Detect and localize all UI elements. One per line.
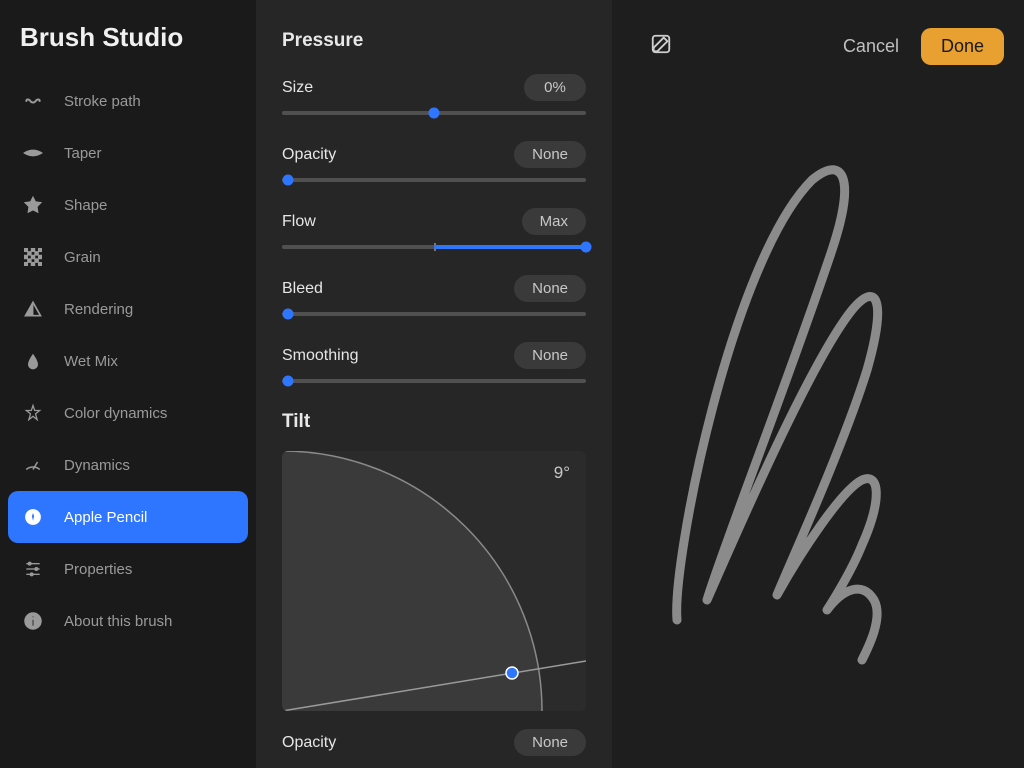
- sidebar-item-properties[interactable]: Properties: [8, 543, 248, 595]
- sidebar-item-shape[interactable]: Shape: [8, 179, 248, 231]
- slider-track[interactable]: [282, 312, 586, 316]
- apple-pencil-icon: [22, 506, 44, 528]
- preview-panel: Cancel Done: [612, 0, 1024, 768]
- sidebar-item-grain[interactable]: Grain: [8, 231, 248, 283]
- properties-icon: [22, 558, 44, 580]
- sidebar-item-wet-mix[interactable]: Wet Mix: [8, 335, 248, 387]
- slider-track[interactable]: [282, 111, 586, 115]
- sidebar-item-taper[interactable]: Taper: [8, 127, 248, 179]
- slider-track[interactable]: [282, 178, 586, 182]
- slider-label: Flow: [282, 213, 316, 231]
- slider-value-pill[interactable]: None: [514, 275, 586, 302]
- color-dynamics-icon: [22, 402, 44, 424]
- stroke-path-icon: [22, 90, 44, 112]
- sidebar-item-label: Color dynamics: [64, 405, 167, 422]
- sidebar-item-label: Shape: [64, 197, 107, 214]
- sidebar-item-label: About this brush: [64, 613, 172, 630]
- settings-panel: Pressure Size 0% Opacity None Flow: [256, 0, 612, 768]
- sidebar-item-label: Properties: [64, 561, 132, 578]
- slider-label: Size: [282, 79, 313, 97]
- tilt-opacity-label: Opacity: [282, 734, 336, 752]
- slider-value-pill[interactable]: None: [514, 342, 586, 369]
- dynamics-icon: [22, 454, 44, 476]
- pressure-section-title: Pressure: [282, 30, 586, 52]
- slider-size: Size 0%: [282, 74, 586, 115]
- tilt-graph[interactable]: 9°: [282, 451, 586, 711]
- slider-label: Bleed: [282, 280, 323, 298]
- tilt-section-title: Tilt: [282, 411, 586, 433]
- shape-icon: [22, 194, 44, 216]
- brush-preview-stroke: [612, 0, 1024, 768]
- sidebar-item-label: Wet Mix: [64, 353, 118, 370]
- slider-track[interactable]: [282, 245, 586, 249]
- sidebar-item-label: Grain: [64, 249, 101, 266]
- slider-value-pill[interactable]: Max: [522, 208, 586, 235]
- sidebar-item-label: Apple Pencil: [64, 509, 147, 526]
- tilt-angle-value: 9°: [554, 463, 570, 483]
- slider-smoothing: Smoothing None: [282, 342, 586, 383]
- app-title: Brush Studio: [0, 22, 256, 75]
- grain-icon: [22, 246, 44, 268]
- sidebar-item-about[interactable]: About this brush: [8, 595, 248, 647]
- rendering-icon: [22, 298, 44, 320]
- slider-track[interactable]: [282, 379, 586, 383]
- sidebar-item-dynamics[interactable]: Dynamics: [8, 439, 248, 491]
- sidebar-item-rendering[interactable]: Rendering: [8, 283, 248, 335]
- tilt-opacity-row: Opacity None: [282, 729, 586, 756]
- sidebar-item-label: Taper: [64, 145, 102, 162]
- slider-label: Opacity: [282, 146, 336, 164]
- slider-flow: Flow Max: [282, 208, 586, 249]
- sidebar: Brush Studio Stroke path Taper Shape: [0, 0, 256, 768]
- slider-value-pill[interactable]: None: [514, 141, 586, 168]
- sidebar-item-label: Rendering: [64, 301, 133, 318]
- sidebar-item-label: Dynamics: [64, 457, 130, 474]
- slider-bleed: Bleed None: [282, 275, 586, 316]
- slider-value-pill[interactable]: 0%: [524, 74, 586, 101]
- tilt-opacity-value-pill[interactable]: None: [514, 729, 586, 756]
- slider-opacity: Opacity None: [282, 141, 586, 182]
- slider-label: Smoothing: [282, 347, 359, 365]
- taper-icon: [22, 142, 44, 164]
- about-icon: [22, 610, 44, 632]
- sidebar-list: Stroke path Taper Shape: [0, 75, 256, 647]
- sidebar-item-apple-pencil[interactable]: Apple Pencil: [8, 491, 248, 543]
- sidebar-item-color-dynamics[interactable]: Color dynamics: [8, 387, 248, 439]
- sidebar-item-label: Stroke path: [64, 93, 141, 110]
- sidebar-item-stroke-path[interactable]: Stroke path: [8, 75, 248, 127]
- wet-mix-icon: [22, 350, 44, 372]
